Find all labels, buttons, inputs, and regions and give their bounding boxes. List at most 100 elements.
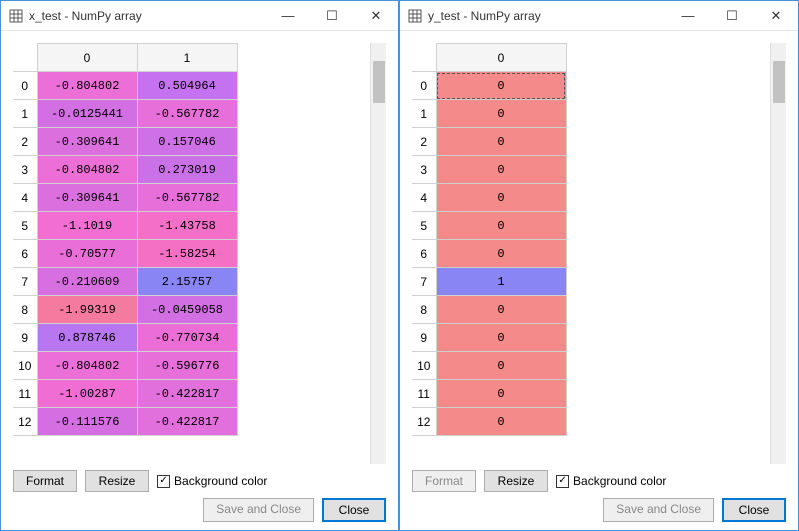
- row-header[interactable]: 12: [13, 408, 37, 436]
- data-cell[interactable]: -0.596776: [137, 352, 237, 380]
- data-cell[interactable]: 0: [436, 212, 566, 240]
- data-cell[interactable]: -0.0459058: [137, 296, 237, 324]
- row-header[interactable]: 5: [13, 212, 37, 240]
- data-cell[interactable]: -0.567782: [137, 100, 237, 128]
- table-row: 10: [412, 100, 566, 128]
- data-cell[interactable]: -1.99319: [37, 296, 137, 324]
- data-cell[interactable]: -0.422817: [137, 380, 237, 408]
- data-cell[interactable]: -0.422817: [137, 408, 237, 436]
- row-header[interactable]: 2: [412, 128, 436, 156]
- table-icon: [9, 9, 23, 23]
- array-table: 010-0.8048020.5049641-0.0125441-0.567782…: [13, 43, 238, 436]
- row-header[interactable]: 12: [412, 408, 436, 436]
- resize-button[interactable]: Resize: [85, 470, 149, 492]
- data-cell[interactable]: 0: [436, 380, 566, 408]
- row-header[interactable]: 5: [412, 212, 436, 240]
- data-cell[interactable]: -0.309641: [37, 128, 137, 156]
- data-cell[interactable]: 1: [436, 268, 566, 296]
- data-cell[interactable]: -1.58254: [137, 240, 237, 268]
- data-cell[interactable]: 0: [436, 156, 566, 184]
- row-header[interactable]: 4: [412, 184, 436, 212]
- data-cell[interactable]: -1.00287: [37, 380, 137, 408]
- data-cell[interactable]: -0.770734: [137, 324, 237, 352]
- table-row: 11-1.00287-0.422817: [13, 380, 237, 408]
- data-cell[interactable]: -0.309641: [37, 184, 137, 212]
- scroll-thumb[interactable]: [373, 61, 385, 103]
- data-cell[interactable]: 0.157046: [137, 128, 237, 156]
- close-button[interactable]: Close: [322, 498, 386, 522]
- resize-button[interactable]: Resize: [484, 470, 548, 492]
- row-header[interactable]: 2: [13, 128, 37, 156]
- row-header[interactable]: 3: [13, 156, 37, 184]
- close-window-button[interactable]: ✕: [354, 1, 398, 31]
- data-cell[interactable]: 0.878746: [37, 324, 137, 352]
- data-cell[interactable]: 0: [436, 72, 566, 100]
- titlebar[interactable]: y_test - NumPy array—☐✕: [400, 1, 798, 31]
- data-cell[interactable]: 0.504964: [137, 72, 237, 100]
- data-cell[interactable]: 0.273019: [137, 156, 237, 184]
- row-header[interactable]: 1: [13, 100, 37, 128]
- maximize-window-button[interactable]: ☐: [310, 1, 354, 31]
- row-header[interactable]: 6: [13, 240, 37, 268]
- row-header[interactable]: 3: [412, 156, 436, 184]
- row-header[interactable]: 1: [412, 100, 436, 128]
- data-cell[interactable]: 0: [436, 100, 566, 128]
- data-cell[interactable]: -1.43758: [137, 212, 237, 240]
- data-cell[interactable]: -0.0125441: [37, 100, 137, 128]
- minimize-window-button[interactable]: —: [666, 1, 710, 31]
- data-cell[interactable]: -0.804802: [37, 156, 137, 184]
- check-icon: ✓: [556, 475, 569, 488]
- data-cell[interactable]: 0: [436, 324, 566, 352]
- column-header[interactable]: 0: [436, 44, 566, 72]
- data-cell[interactable]: -0.567782: [137, 184, 237, 212]
- row-header[interactable]: 9: [412, 324, 436, 352]
- data-cell[interactable]: 2.15757: [137, 268, 237, 296]
- row-header[interactable]: 4: [13, 184, 37, 212]
- table-row: 3-0.8048020.273019: [13, 156, 237, 184]
- bgcolor-checkbox[interactable]: ✓Background color: [157, 474, 267, 488]
- data-cell[interactable]: 0: [436, 240, 566, 268]
- data-cell[interactable]: -1.1019: [37, 212, 137, 240]
- row-header[interactable]: 7: [13, 268, 37, 296]
- data-cell[interactable]: 0: [436, 296, 566, 324]
- column-header[interactable]: 0: [37, 44, 137, 72]
- row-header[interactable]: 10: [13, 352, 37, 380]
- format-button: Format: [412, 470, 476, 492]
- close-window-button[interactable]: ✕: [754, 1, 798, 31]
- data-cell[interactable]: 0: [436, 128, 566, 156]
- vertical-scrollbar[interactable]: [370, 43, 386, 464]
- row-header[interactable]: 9: [13, 324, 37, 352]
- grid-area[interactable]: 000102030405060718090100110120: [412, 43, 770, 464]
- data-cell[interactable]: -0.70577: [37, 240, 137, 268]
- table-row: 110: [412, 380, 566, 408]
- row-header[interactable]: 0: [412, 72, 436, 100]
- close-button[interactable]: Close: [722, 498, 786, 522]
- titlebar[interactable]: x_test - NumPy array—☐✕: [1, 1, 398, 31]
- data-cell[interactable]: -0.111576: [37, 408, 137, 436]
- maximize-window-button[interactable]: ☐: [710, 1, 754, 31]
- row-header[interactable]: 0: [13, 72, 37, 100]
- row-header[interactable]: 10: [412, 352, 436, 380]
- minimize-window-button[interactable]: —: [266, 1, 310, 31]
- row-header[interactable]: 8: [13, 296, 37, 324]
- row-header[interactable]: 7: [412, 268, 436, 296]
- row-header[interactable]: 8: [412, 296, 436, 324]
- vertical-scrollbar[interactable]: [770, 43, 786, 464]
- data-cell[interactable]: -0.210609: [37, 268, 137, 296]
- row-header[interactable]: 11: [13, 380, 37, 408]
- table-row: 100: [412, 352, 566, 380]
- row-header[interactable]: 11: [412, 380, 436, 408]
- format-button[interactable]: Format: [13, 470, 77, 492]
- data-cell[interactable]: 0: [436, 184, 566, 212]
- data-cell[interactable]: -0.804802: [37, 352, 137, 380]
- bgcolor-checkbox[interactable]: ✓Background color: [556, 474, 666, 488]
- data-cell[interactable]: -0.804802: [37, 72, 137, 100]
- grid-area[interactable]: 010-0.8048020.5049641-0.0125441-0.567782…: [13, 43, 370, 464]
- data-cell[interactable]: 0: [436, 352, 566, 380]
- dialog-footer: Save and CloseClose: [13, 494, 386, 522]
- column-header[interactable]: 1: [137, 44, 237, 72]
- scroll-thumb[interactable]: [773, 61, 785, 103]
- data-cell[interactable]: 0: [436, 408, 566, 436]
- row-header[interactable]: 6: [412, 240, 436, 268]
- table-row: 90: [412, 324, 566, 352]
